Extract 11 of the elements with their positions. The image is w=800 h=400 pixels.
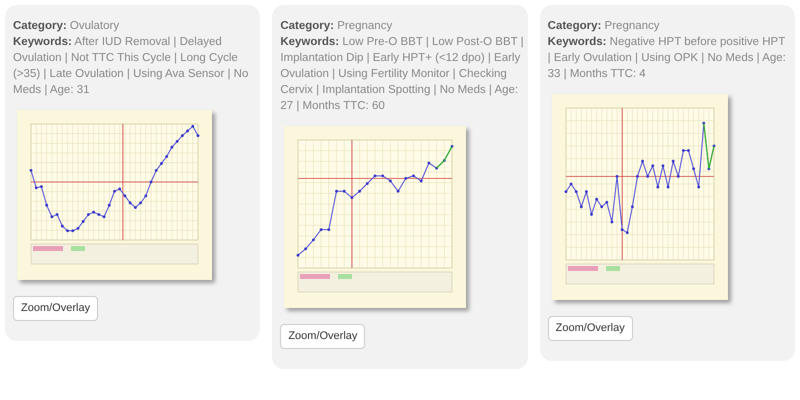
keywords-text: Keywords: Negative HPT before positive HPT | Early Ovulation | Using OPK | No Meds | Age: 33 | Months TTC: 4 <box>548 35 787 82</box>
keywords-text: Keywords: Low Pre-O BBT | Low Post-O BBT | Implantation Dip | Early HPT+ (<12 dpo) | Early Ovulation | Using Fertility Monitor | Checking Cervix | Implantation Spotting | No Meds | Age: 27 | Months TTC: 60 <box>280 35 524 114</box>
category-text: Category: Pregnancy <box>548 19 661 34</box>
category-text: Category: Pregnancy <box>280 19 394 34</box>
zoom-overlay-button[interactable]: Zoom/Overlay <box>280 324 366 348</box>
zoom-overlay-button[interactable]: Zoom/Overlay <box>548 316 633 340</box>
pregnancy-line <box>436 146 453 169</box>
category-text: Category: Ovulatory <box>13 19 120 34</box>
pregnancy-line <box>702 123 714 170</box>
keywords-text: Keywords: After IUD Removal | Delayed Ovulation | Not TTC This Cycle | Long Cycle (>35) | Late Ovulation | Using Ava Sensor | No Meds | Age: 31 <box>13 35 250 98</box>
zoom-overlay-button[interactable]: Zoom/Overlay <box>13 296 98 320</box>
